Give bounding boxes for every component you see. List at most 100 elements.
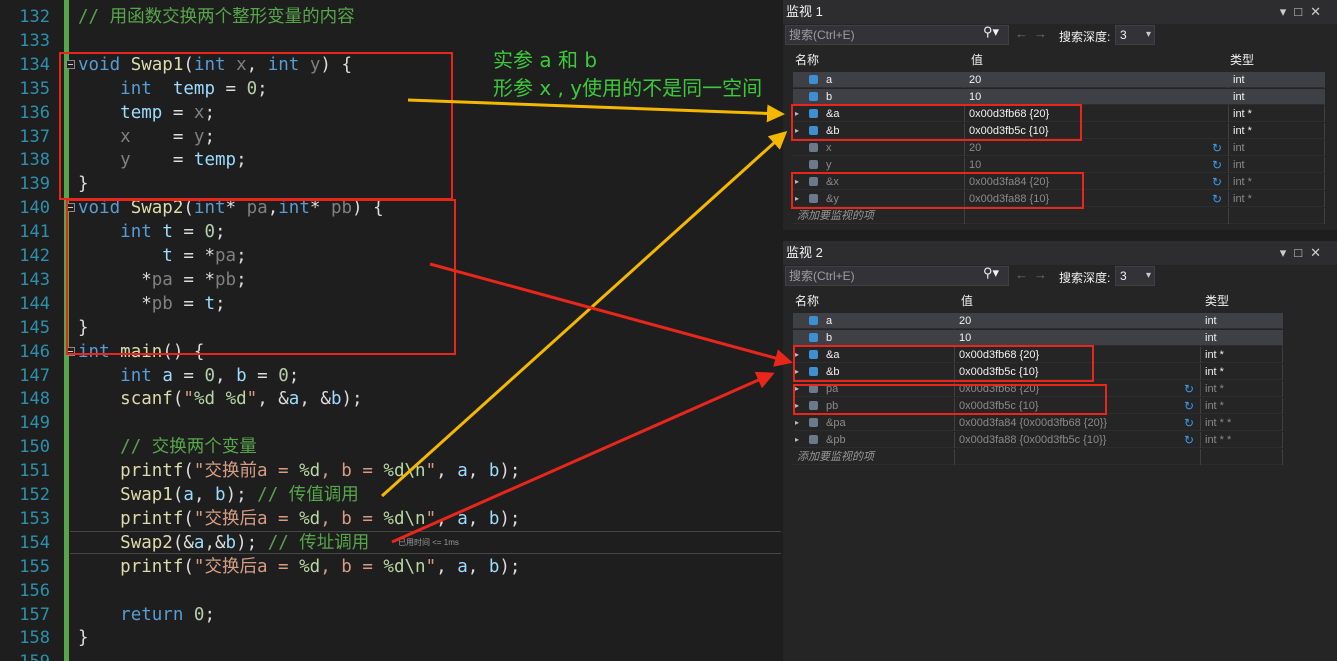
line-number: 135 <box>19 78 50 99</box>
watch-window-2[interactable]: 监视 2 ▾□✕ 搜索(Ctrl+E) ⚲▾ ←→ 搜索深度: 3 名称 值 类… <box>783 241 1337 661</box>
line-number: 147 <box>19 365 50 386</box>
line-number: 146 <box>19 341 50 362</box>
line-number: 133 <box>19 30 50 51</box>
watch-name-cell[interactable]: a <box>793 72 965 88</box>
line-number: 141 <box>19 222 50 243</box>
watch2-window-controls[interactable]: ▾□✕ <box>1280 241 1329 265</box>
line-number-gutter: 132 133 134 135 136 137 138 139 140 141 142 143 144 1… <box>0 0 58 661</box>
watch-type-cell: int * <box>1229 174 1325 190</box>
dropdown-icon[interactable]: ▾ <box>1280 245 1295 260</box>
watch-name-cell[interactable]: a <box>793 313 955 329</box>
watch-row[interactable]: y 10 ↻ int <box>793 157 1325 173</box>
watch-type-cell: int <box>1201 313 1283 329</box>
watch2-depth-select[interactable]: 3 <box>1115 266 1155 286</box>
refresh-icon[interactable]: ↻ <box>1184 381 1194 397</box>
maximize-icon[interactable]: □ <box>1294 4 1310 19</box>
watch-value-cell[interactable]: 10 ↻ <box>965 157 1229 173</box>
watch-value-cell[interactable]: 0x00d3fa84 {0x00d3fb68 {20}} ↻ <box>955 415 1201 431</box>
watch-type-cell <box>1229 208 1325 224</box>
refresh-icon[interactable]: ↻ <box>1184 415 1194 431</box>
watch-name: &pa <box>826 417 846 429</box>
code-line[interactable]: printf("交换后a = %d, b = %d\n", a, b); <box>78 555 520 579</box>
refresh-icon[interactable]: ↻ <box>1184 432 1194 448</box>
watch-row[interactable]: b 10 int <box>793 89 1325 105</box>
code-line[interactable]: printf("交换前a = %d, b = %d\n", a, b); <box>78 459 520 483</box>
refresh-icon[interactable]: ↻ <box>1212 157 1222 173</box>
watch-value-cell[interactable]: 0x00d3fa88 {0x00d3fb5c {10}} ↻ <box>955 432 1201 448</box>
watch-name-cell[interactable]: b <box>793 330 955 346</box>
watch1-search-input[interactable]: 搜索(Ctrl+E) <box>785 25 1009 45</box>
search-nav-arrows-icon[interactable]: ←→ <box>1015 267 1053 282</box>
code-line[interactable]: // 用函数交换两个整形变量的内容 <box>78 5 355 29</box>
watch-row[interactable]: a 20 int <box>793 313 1283 329</box>
watch1-depth-label: 搜索深度: <box>1059 30 1111 44</box>
watch-type-cell: int * <box>1229 191 1325 207</box>
line-number: 159 <box>0 650 50 661</box>
add-watch-item[interactable]: 添加要监视的项 <box>793 208 965 224</box>
type-column-header[interactable]: 类型 <box>1205 291 1229 311</box>
add-watch-row[interactable]: 添加要监视的项 <box>793 208 1325 224</box>
line-number: 154 <box>19 532 50 553</box>
watch-value-cell[interactable]: 20 <box>965 72 1229 88</box>
add-watch-row[interactable]: 添加要监视的项 <box>793 449 1283 465</box>
watch-value-cell[interactable]: 20 ↻ <box>965 140 1229 156</box>
value-column-header[interactable]: 值 <box>971 50 983 70</box>
type-column-header[interactable]: 类型 <box>1230 50 1254 70</box>
watch-row[interactable]: x 20 ↻ int <box>793 140 1325 156</box>
expand-arrow-icon[interactable]: ▸ <box>795 415 799 431</box>
watch-name-cell[interactable]: b <box>793 89 965 105</box>
refresh-icon[interactable]: ↻ <box>1184 398 1194 414</box>
watch-name: x <box>826 142 832 154</box>
refresh-icon[interactable]: ↻ <box>1212 174 1222 190</box>
close-icon[interactable]: ✕ <box>1310 4 1329 19</box>
watch-name-cell[interactable]: y <box>793 157 965 173</box>
watch-row[interactable]: b 10 int <box>793 330 1283 346</box>
watch1-column-header: 名称 值 类型 <box>793 50 1333 70</box>
value-column-header[interactable]: 值 <box>961 291 973 311</box>
watch2-search-input[interactable]: 搜索(Ctrl+E) <box>785 266 1009 286</box>
line-number: 150 <box>19 437 50 458</box>
watch-name-cell[interactable]: ▸ &pa <box>793 415 955 431</box>
name-column-header[interactable]: 名称 <box>795 50 819 70</box>
line-number: 137 <box>19 126 50 147</box>
watch-value-cell[interactable]: 20 <box>955 313 1201 329</box>
search-icon[interactable]: ⚲▾ <box>983 24 999 40</box>
code-line[interactable]: return 0; <box>78 603 215 627</box>
code-line[interactable]: int a = 0, b = 0; <box>78 364 299 388</box>
dropdown-icon[interactable]: ▾ <box>1280 4 1295 19</box>
watch-row[interactable]: ▸ &pa 0x00d3fa84 {0x00d3fb68 {20}} ↻ int * * <box>793 415 1283 431</box>
code-line[interactable]: scanf("%d %d", &a, &b); <box>78 387 362 411</box>
expand-arrow-icon[interactable]: ▸ <box>795 432 799 448</box>
watch-value-cell[interactable]: 10 <box>965 89 1229 105</box>
search-icon[interactable]: ⚲▾ <box>983 265 999 281</box>
line-number: 140 <box>19 198 50 219</box>
watch-type-cell: int * <box>1229 123 1325 139</box>
search-nav-arrows-icon[interactable]: ←→ <box>1015 26 1053 41</box>
watch1-window-controls[interactable]: ▾□✕ <box>1280 0 1329 24</box>
watch-value-cell <box>965 208 1229 224</box>
add-watch-item[interactable]: 添加要监视的项 <box>793 449 955 465</box>
code-line[interactable]: } <box>78 626 89 650</box>
code-line[interactable]: // 交换两个变量 <box>78 435 257 459</box>
name-column-header[interactable]: 名称 <box>795 291 819 311</box>
line-number: 132 <box>19 7 50 27</box>
line-number: 143 <box>19 269 50 290</box>
close-icon[interactable]: ✕ <box>1310 245 1329 260</box>
line-number: 155 <box>19 556 50 577</box>
code-line[interactable]: printf("交换后a = %d, b = %d\n", a, b); <box>78 507 520 531</box>
watch-name-cell[interactable]: ▸ &pb <box>793 432 955 448</box>
code-line[interactable]: Swap1(a, b); // 传值调用 <box>78 483 359 507</box>
watch1-depth-select[interactable]: 3 <box>1115 25 1155 45</box>
code-line[interactable]: Swap2(&a,&b); // 传址调用 <box>78 531 369 555</box>
watch-value-cell[interactable]: 10 <box>955 330 1201 346</box>
refresh-icon[interactable]: ↻ <box>1212 140 1222 156</box>
watch-row[interactable]: ▸ &pb 0x00d3fa88 {0x00d3fb5c {10}} ↻ int * * <box>793 432 1283 448</box>
watch-row[interactable]: a 20 int <box>793 72 1325 88</box>
maximize-icon[interactable]: □ <box>1294 245 1310 260</box>
refresh-icon[interactable]: ↻ <box>1212 191 1222 207</box>
watch-name-cell[interactable]: x <box>793 140 965 156</box>
watch-value-cell <box>955 449 1201 465</box>
watch-name: y <box>826 159 832 171</box>
watch-type-cell: int <box>1229 72 1325 88</box>
line-number: 156 <box>19 580 50 601</box>
